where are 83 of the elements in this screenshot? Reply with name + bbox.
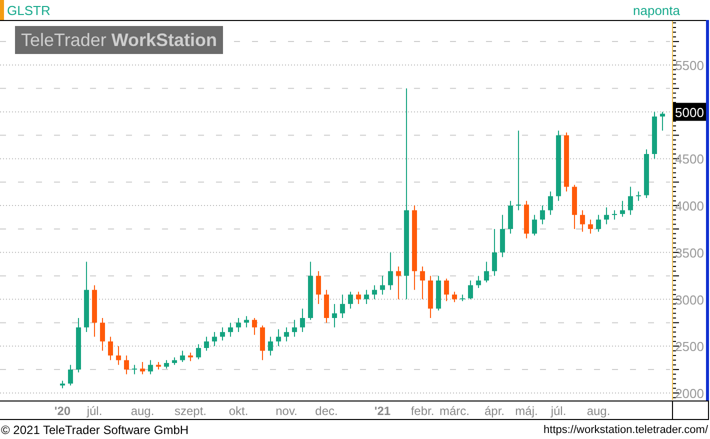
candlestick bbox=[380, 275, 385, 296]
candlestick bbox=[476, 275, 481, 289]
interval-label: naponta bbox=[633, 2, 680, 18]
candlestick bbox=[284, 326, 289, 342]
symbol-label: GLSTR bbox=[7, 2, 50, 18]
candlestick bbox=[636, 190, 641, 202]
candlestick bbox=[132, 364, 137, 375]
candlestick bbox=[516, 130, 521, 211]
axis-label: júl. bbox=[550, 404, 566, 418]
axis-label: febr. bbox=[410, 404, 434, 418]
axis-label: 4000 bbox=[675, 198, 704, 214]
axis-label: aug. bbox=[586, 404, 610, 418]
candlestick bbox=[628, 186, 633, 216]
candlestick bbox=[332, 303, 337, 328]
candlestick bbox=[260, 325, 265, 361]
candlestick bbox=[236, 318, 241, 333]
candlestick bbox=[116, 346, 121, 366]
candlestick bbox=[252, 318, 257, 336]
candlestick bbox=[300, 308, 305, 333]
candlestick bbox=[68, 364, 73, 386]
axis-label: '21 bbox=[374, 404, 391, 418]
candlestick bbox=[292, 319, 297, 338]
candlestick bbox=[108, 336, 113, 361]
axis-label: okt. bbox=[228, 404, 248, 418]
candlestick bbox=[420, 266, 425, 300]
candlestick bbox=[620, 200, 625, 218]
candlestick bbox=[388, 252, 393, 290]
watermark-logo: TeleTrader WorkStation bbox=[15, 26, 224, 54]
candlestick bbox=[596, 214, 601, 232]
axis-label: dec. bbox=[315, 404, 338, 418]
candlestick bbox=[340, 294, 345, 318]
candlestick bbox=[148, 360, 153, 375]
candlestick bbox=[660, 111, 665, 132]
copyright-text: © 2021 TeleTrader Software GmbH bbox=[1, 422, 189, 436]
candlestick bbox=[508, 200, 513, 234]
candlestick bbox=[372, 284, 377, 300]
candlestick bbox=[540, 205, 545, 225]
candlestick bbox=[468, 280, 473, 300]
candlestick bbox=[100, 318, 105, 352]
symbol-marker bbox=[0, 0, 4, 20]
candlestick bbox=[580, 210, 585, 232]
candlestick bbox=[204, 336, 209, 352]
candlestick bbox=[276, 328, 281, 347]
candlestick bbox=[268, 336, 273, 356]
candlestick bbox=[364, 289, 369, 304]
price-tag: 5000 bbox=[673, 102, 706, 121]
axis-label: máj. bbox=[515, 404, 538, 418]
candlestick bbox=[532, 214, 537, 236]
candlestick bbox=[124, 354, 129, 375]
candlestick bbox=[396, 266, 401, 300]
candlestick bbox=[196, 344, 201, 360]
candlestick bbox=[444, 278, 449, 302]
candlestick bbox=[212, 332, 217, 347]
axis-label: 3000 bbox=[675, 292, 704, 308]
axis-label: márc. bbox=[440, 404, 470, 418]
axis-label: 3500 bbox=[675, 245, 704, 260]
candlestick bbox=[356, 291, 361, 304]
axis-label: 4500 bbox=[675, 152, 704, 167]
axis-label: 2000 bbox=[675, 386, 704, 401]
candlestick bbox=[348, 291, 353, 310]
axis-label: júl. bbox=[86, 404, 102, 418]
website-link[interactable]: https://workstation.teletrader.com/ bbox=[544, 424, 708, 436]
axis-label: '20 bbox=[54, 404, 71, 418]
candlestick bbox=[228, 322, 233, 338]
candlestick bbox=[484, 261, 489, 283]
candlestick bbox=[452, 291, 457, 303]
candlestick bbox=[604, 206, 609, 225]
axis-label: szept. bbox=[174, 404, 206, 418]
candlestick bbox=[220, 326, 225, 341]
axis-label: aug. bbox=[130, 404, 154, 418]
candlestick bbox=[612, 210, 617, 220]
axis-label: ápr. bbox=[484, 404, 504, 418]
candlestick bbox=[324, 289, 329, 324]
candlestick bbox=[140, 362, 145, 375]
candlestick bbox=[180, 350, 185, 363]
candlestick bbox=[500, 214, 505, 258]
candlestick bbox=[588, 219, 593, 234]
axis-label: nov. bbox=[276, 404, 298, 418]
candlestick bbox=[548, 190, 553, 216]
axis-label: 2500 bbox=[675, 339, 704, 354]
candlestick bbox=[492, 228, 497, 276]
axis-label: 5500 bbox=[675, 58, 704, 73]
candlestick bbox=[316, 270, 321, 304]
